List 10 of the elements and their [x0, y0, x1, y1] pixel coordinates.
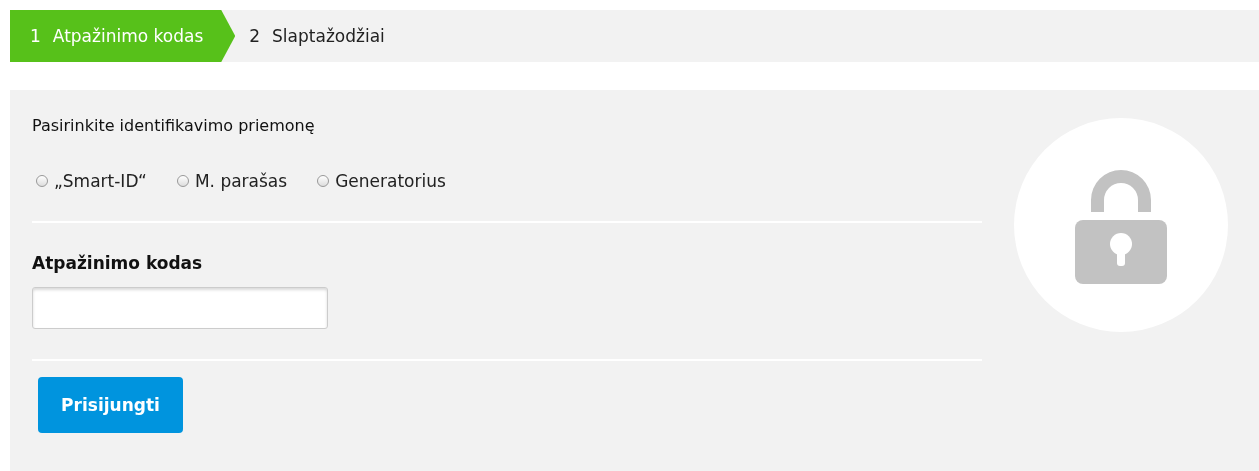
- radio-icon[interactable]: [36, 175, 48, 187]
- radio-option[interactable]: „Smart-ID“: [36, 171, 147, 191]
- step-tab[interactable]: 2 Slaptažodžiai: [235, 10, 407, 62]
- field-label: Atpažinimo kodas: [32, 253, 204, 273]
- radio-icon[interactable]: [317, 175, 330, 187]
- radio-option[interactable]: Generatorius: [317, 171, 446, 191]
- radio-icon[interactable]: [176, 175, 189, 187]
- radio-option[interactable]: M. parašas: [176, 171, 288, 191]
- input-field[interactable]: [32, 287, 328, 329]
- section-title: Pasirinkite identifikavimo priemonę: [32, 116, 316, 135]
